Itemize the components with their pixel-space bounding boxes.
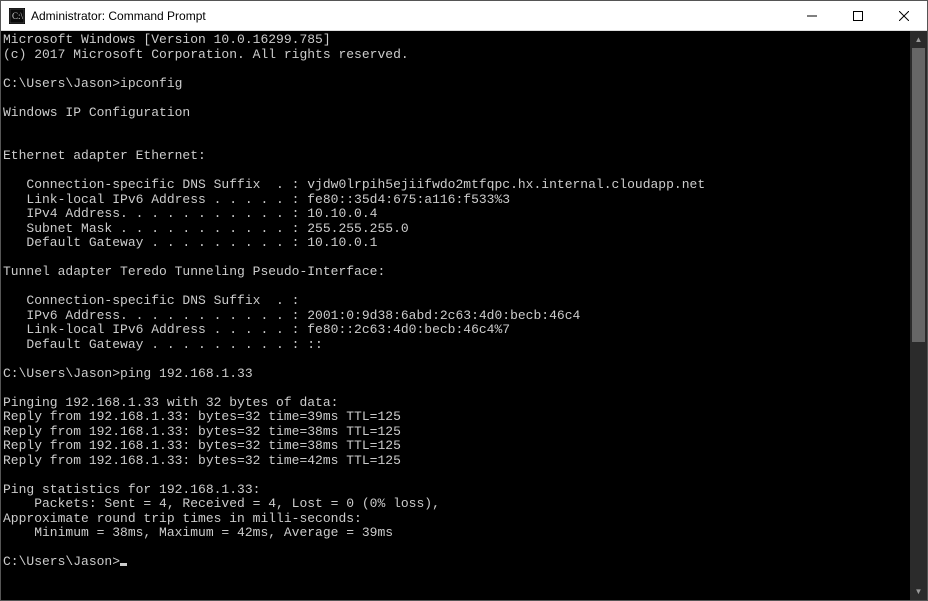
teredo-header: Tunnel adapter Teredo Tunneling Pseudo-I… (3, 264, 385, 279)
eth-ipv4-address: IPv4 Address. . . . . . . . . . . : 10.1… (3, 206, 377, 221)
maximize-button[interactable] (835, 1, 881, 30)
eth-dns-suffix: Connection-specific DNS Suffix . : vjdw0… (3, 177, 705, 192)
ping-reply-1: Reply from 192.168.1.33: bytes=32 time=3… (3, 409, 401, 424)
copyright-line: (c) 2017 Microsoft Corporation. All righ… (3, 47, 409, 62)
prompt-ping: C:\Users\Jason>ping 192.168.1.33 (3, 366, 253, 381)
prompt-ipconfig: C:\Users\Jason>ipconfig (3, 76, 182, 91)
svg-text:C:\: C:\ (12, 11, 24, 21)
minimize-button[interactable] (789, 1, 835, 30)
eth-link-local-ipv6: Link-local IPv6 Address . . . . . : fe80… (3, 192, 510, 207)
eth-default-gateway: Default Gateway . . . . . . . . . : 10.1… (3, 235, 377, 250)
ethernet-header: Ethernet adapter Ethernet: (3, 148, 206, 163)
ping-stats-packets: Packets: Sent = 4, Received = 4, Lost = … (3, 496, 440, 511)
ping-start: Pinging 192.168.1.33 with 32 bytes of da… (3, 395, 338, 410)
ping-stats-header: Ping statistics for 192.168.1.33: (3, 482, 260, 497)
ping-reply-2: Reply from 192.168.1.33: bytes=32 time=3… (3, 424, 401, 439)
command-prompt-window: C:\ Administrator: Command Prompt Micros… (0, 0, 928, 601)
terminal-output[interactable]: Microsoft Windows [Version 10.0.16299.78… (1, 31, 910, 600)
scrollbar-thumb[interactable] (912, 48, 925, 342)
window-controls (789, 1, 927, 30)
teredo-ipv6-address: IPv6 Address. . . . . . . . . . . : 2001… (3, 308, 580, 323)
ping-reply-4: Reply from 192.168.1.33: bytes=32 time=4… (3, 453, 401, 468)
close-button[interactable] (881, 1, 927, 30)
teredo-dns-suffix: Connection-specific DNS Suffix . : (3, 293, 299, 308)
os-version-line: Microsoft Windows [Version 10.0.16299.78… (3, 32, 331, 47)
ping-rtt-values: Minimum = 38ms, Maximum = 42ms, Average … (3, 525, 393, 540)
cmd-icon: C:\ (9, 8, 25, 24)
cursor (120, 563, 127, 566)
vertical-scrollbar[interactable]: ▲ ▼ (910, 31, 927, 600)
terminal-area: Microsoft Windows [Version 10.0.16299.78… (1, 31, 927, 600)
ping-rtt-header: Approximate round trip times in milli-se… (3, 511, 362, 526)
teredo-default-gateway: Default Gateway . . . . . . . . . : :: (3, 337, 323, 352)
window-title: Administrator: Command Prompt (31, 9, 789, 23)
prompt-current: C:\Users\Jason> (3, 554, 120, 569)
ping-reply-3: Reply from 192.168.1.33: bytes=32 time=3… (3, 438, 401, 453)
scrollbar-up-arrow-icon[interactable]: ▲ (910, 31, 927, 48)
scrollbar-down-arrow-icon[interactable]: ▼ (910, 583, 927, 600)
ipconfig-title: Windows IP Configuration (3, 105, 190, 120)
scrollbar-track[interactable] (910, 48, 927, 583)
eth-subnet-mask: Subnet Mask . . . . . . . . . . . : 255.… (3, 221, 409, 236)
teredo-link-local-ipv6: Link-local IPv6 Address . . . . . : fe80… (3, 322, 510, 337)
titlebar[interactable]: C:\ Administrator: Command Prompt (1, 1, 927, 31)
